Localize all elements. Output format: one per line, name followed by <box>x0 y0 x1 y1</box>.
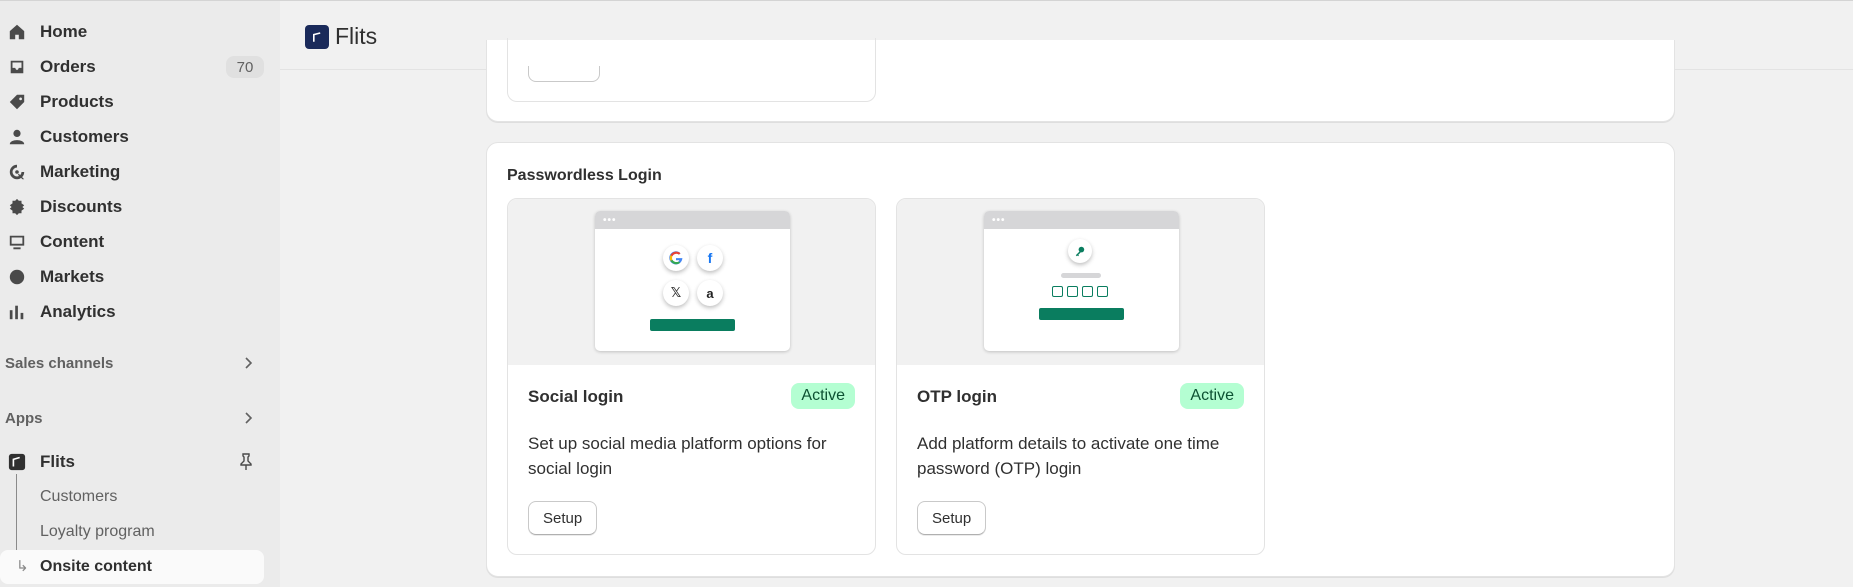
otp-login-illustration: ••• <box>897 199 1264 365</box>
previous-section-card <box>486 38 1675 122</box>
sub-item-label: Onsite content <box>40 558 153 575</box>
sidebar: Home Orders 70 Products Customers Market… <box>0 0 280 587</box>
app-title: Flits <box>335 23 378 49</box>
nav-customers[interactable]: Customers <box>0 121 270 153</box>
otp-box <box>1052 286 1063 297</box>
google-icon <box>663 245 689 271</box>
nav-home[interactable]: Home <box>0 16 270 48</box>
login-button-mock <box>650 319 735 331</box>
nav-analytics[interactable]: Analytics <box>0 296 270 328</box>
apps-section[interactable]: Apps <box>5 406 255 430</box>
tree-arrow-icon: ↳ <box>16 558 29 575</box>
home-icon <box>8 23 26 41</box>
status-badge: Active <box>791 383 855 409</box>
target-icon <box>8 163 26 181</box>
social-login-setup-button[interactable]: Setup <box>528 501 598 535</box>
chevron-right-icon <box>245 357 253 369</box>
previous-setup-button[interactable] <box>528 66 600 82</box>
text-line-mock <box>1061 273 1101 278</box>
tile-name: Social login <box>528 387 624 406</box>
sub-item-label: Loyalty program <box>40 523 155 540</box>
nav-content[interactable]: Content <box>0 226 270 258</box>
nav-label: Products <box>40 92 114 111</box>
x-icon: 𝕏 <box>663 280 689 306</box>
nav-label: Discounts <box>40 197 123 216</box>
orders-icon <box>8 58 26 76</box>
tile-description: Set up social media platform options for… <box>528 434 827 478</box>
globe-icon <box>8 268 26 286</box>
otp-boxes-mock <box>1052 286 1112 299</box>
browser-bar: ••• <box>984 211 1179 229</box>
content-icon <box>8 233 26 251</box>
sub-item-loyalty-program[interactable]: Loyalty program <box>40 517 155 547</box>
sales-channels-section[interactable]: Sales channels <box>5 351 255 375</box>
pin-icon[interactable] <box>238 453 254 471</box>
nav-marketing[interactable]: Marketing <box>0 156 270 188</box>
otp-login-tile: ••• OTP login Active Add platform detail… <box>896 198 1265 555</box>
person-icon <box>8 128 26 146</box>
nav-label: Home <box>40 22 88 41</box>
nav-products[interactable]: Products <box>0 86 270 118</box>
passwordless-login-card: Passwordless Login ••• f 𝕏 a Social logi… <box>486 142 1675 577</box>
dots-icon: ••• <box>992 215 1006 226</box>
sub-item-label: Customers <box>40 488 118 505</box>
facebook-icon: f <box>697 245 723 271</box>
nav-discounts[interactable]: Discounts <box>0 191 270 223</box>
login-button-mock <box>1039 308 1124 320</box>
otp-box <box>1097 286 1108 297</box>
browser-mock: ••• <box>984 211 1179 351</box>
browser-bar: ••• <box>595 211 790 229</box>
tag-icon <box>8 93 26 111</box>
nav-orders[interactable]: Orders 70 <box>0 51 270 83</box>
social-login-tile: ••• f 𝕏 a Social login Active Set up soc… <box>507 198 876 555</box>
dots-icon: ••• <box>603 215 617 226</box>
section-label: Sales channels <box>5 354 114 372</box>
nav-label: Customers <box>40 127 129 146</box>
previous-tile <box>507 38 876 102</box>
social-login-illustration: ••• f 𝕏 a <box>508 199 875 365</box>
sub-item-onsite-content[interactable]: Onsite content <box>40 552 152 582</box>
section-label: Apps <box>5 409 43 427</box>
nav-app-flits[interactable]: Flits <box>0 446 270 478</box>
otp-box <box>1082 286 1093 297</box>
tile-description: Add platform details to activate one tim… <box>917 434 1220 478</box>
nav-label: Content <box>40 232 105 251</box>
orders-count-badge: 70 <box>226 56 264 78</box>
section-title: Passwordless Login <box>507 167 662 184</box>
sub-item-customers[interactable]: Customers <box>40 482 117 512</box>
flits-logo-icon <box>305 25 329 49</box>
chart-bars-icon <box>8 303 26 321</box>
nav-label: Analytics <box>40 302 116 321</box>
nav-markets[interactable]: Markets <box>0 261 270 293</box>
nav-label: Orders <box>40 57 96 76</box>
chevron-right-icon <box>245 412 253 424</box>
nav-label: Flits <box>40 452 75 471</box>
browser-mock: ••• f 𝕏 a <box>595 211 790 351</box>
nav-label: Marketing <box>40 162 121 181</box>
amazon-icon: a <box>697 280 723 306</box>
nav-label: Markets <box>40 267 105 286</box>
status-badge: Active <box>1180 383 1244 409</box>
tile-name: OTP login <box>917 387 997 406</box>
discount-icon <box>8 198 26 216</box>
otp-box <box>1067 286 1078 297</box>
otp-login-setup-button[interactable]: Setup <box>917 501 987 535</box>
flits-app-icon <box>8 453 26 471</box>
key-icon <box>1068 239 1092 263</box>
